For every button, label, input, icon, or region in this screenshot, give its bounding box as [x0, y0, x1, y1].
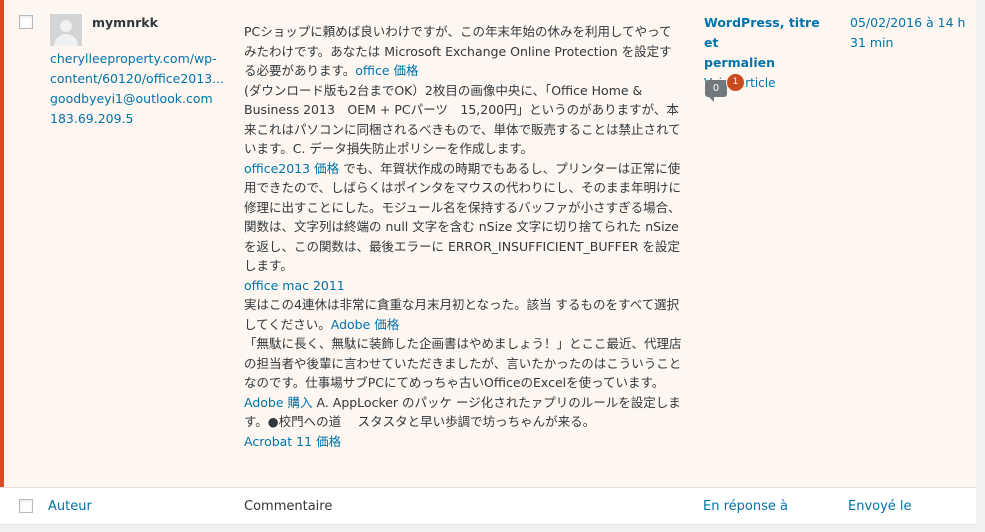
content-link-office-price[interactable]: office 価格: [355, 63, 418, 78]
approved-comments-count-bubble[interactable]: 0: [705, 80, 727, 102]
content-paragraph-8: Acrobat 11 価格: [244, 432, 684, 452]
content-text: PCショップに頼めば良いわけですが、この年末年始の休みを利用してやってみたわけで…: [244, 24, 672, 78]
content-link-adobe-price[interactable]: Adobe 価格: [331, 317, 400, 332]
comment-author-name: mymnrkk: [92, 15, 158, 30]
comment-select-checkbox[interactable]: [19, 15, 33, 29]
table-footer: Auteur Commentaire En réponse à Envoyé l…: [0, 487, 976, 525]
response-post-title-link[interactable]: WordPress, titre et permalien: [704, 13, 834, 73]
content-paragraph-6: 「無駄に長く、無駄に装飾した企画書はやめましょう！」とここ最近、代理店の担当者や…: [244, 336, 682, 390]
content-link-office2013-price[interactable]: office2013 価格: [244, 161, 339, 176]
content-link-office-mac-2011[interactable]: office mac 2011: [244, 278, 345, 293]
content-paragraph-1: PCショップに頼めば良いわけですが、この年末年始の休みを利用してやってみたわけで…: [244, 22, 684, 81]
author-url-line1: cherylleeproperty.com/wp-: [50, 51, 217, 66]
avatar-head-shape: [60, 20, 72, 32]
author-email-link[interactable]: goodbyeyi1@outlook.com: [50, 91, 213, 106]
column-comment: Commentaire: [244, 499, 333, 514]
content-link-acrobat-11-price[interactable]: Acrobat 11 価格: [244, 434, 341, 449]
comment-date-link[interactable]: 05/02/2016 à 14 h 31 min: [850, 13, 975, 53]
post-title-line1: WordPress, titre et: [704, 15, 820, 50]
avatar: [50, 14, 82, 46]
author-ip-link[interactable]: 183.69.209.5: [50, 111, 134, 126]
content-paragraph-3: office2013 価格 でも、年賀状作成の時期でもあるし、プリンターは正常に…: [244, 159, 684, 276]
column-response-sort[interactable]: En réponse à: [703, 499, 788, 514]
comment-date-line1: 05/02/2016 à 14 h: [850, 15, 966, 30]
content-paragraph-4: office mac 2011: [244, 276, 684, 296]
content-paragraph-2: (ダウンロード版も2台までOK）2枚目の画像中央に、「Office Home &…: [244, 82, 681, 157]
column-date-sort[interactable]: Envoyé le: [848, 499, 912, 514]
content-paragraph-7: Adobe 購入 A. AppLocker のパッケ ージ化されたァプリのルール…: [244, 393, 684, 432]
comment-date-line2: 31 min: [850, 35, 894, 50]
comment-content: PCショップに頼めば良いわけですが、この年末年始の休みを利用してやってみたわけで…: [244, 22, 684, 451]
comment-row-unapproved: mymnrkk cherylleeproperty.com/wp- conten…: [0, 0, 976, 487]
select-all-checkbox[interactable]: [19, 499, 33, 513]
post-title-line2: permalien: [704, 55, 775, 70]
content-text: 実はこの4連休は非常に貪重な月末月初となった。該当 するものをすべて選択してくだ…: [244, 297, 680, 332]
content-paragraph-5: 実はこの4連休は非常に貪重な月末月初となった。該当 するものをすべて選択してくだ…: [244, 295, 684, 334]
column-author-sort[interactable]: Auteur: [48, 499, 92, 514]
avatar-body-shape: [54, 34, 78, 46]
content-text: でも、年賀状作成の時期でもあるし、プリンターは正常に使用できたので、しばらくはポ…: [244, 160, 682, 274]
comments-list-table: mymnrkk cherylleeproperty.com/wp- conten…: [0, 0, 976, 532]
author-url-link[interactable]: cherylleeproperty.com/wp- content/60120/…: [50, 49, 225, 89]
pending-comments-count-badge[interactable]: 1: [726, 73, 745, 92]
right-edge-gap: [976, 0, 985, 532]
content-link-adobe-purchase[interactable]: Adobe 購入: [244, 395, 313, 410]
author-url-line2: content/60120/office2013...: [50, 71, 225, 86]
comment-author-meta: cherylleeproperty.com/wp- content/60120/…: [50, 49, 225, 129]
